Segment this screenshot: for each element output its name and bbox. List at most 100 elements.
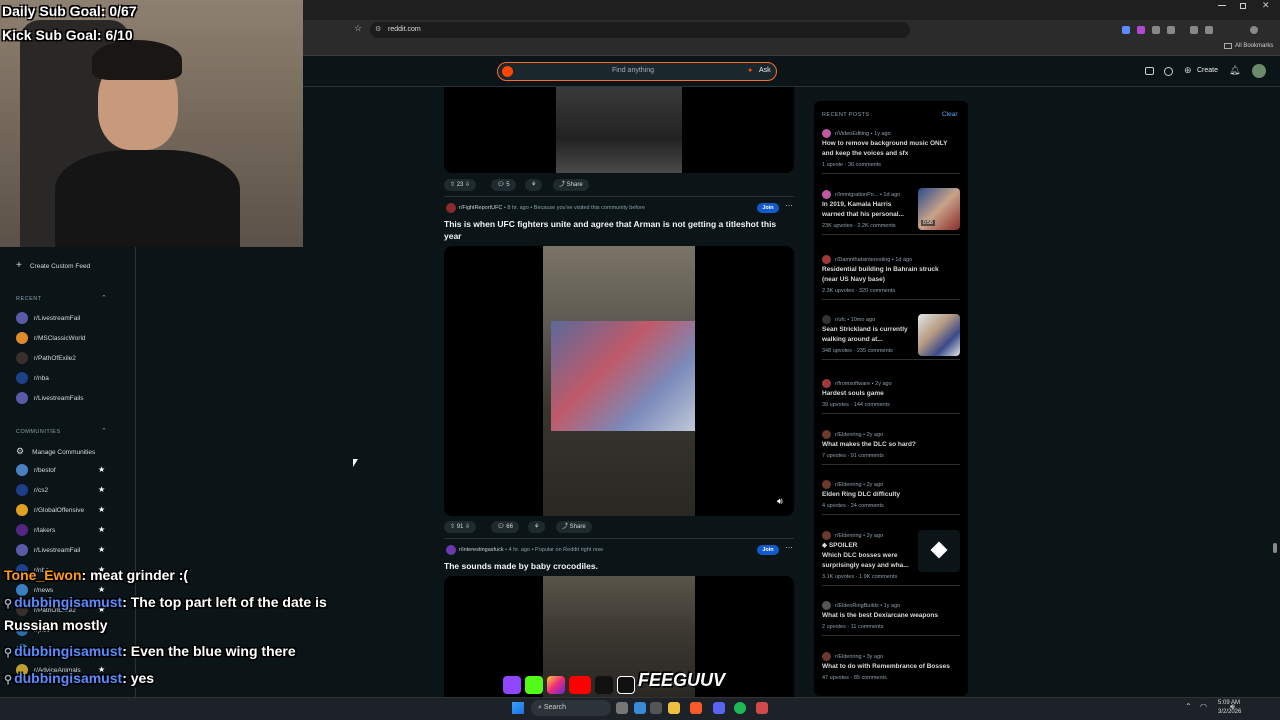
wifi-icon[interactable]: ◠ (1200, 702, 1207, 711)
taskbar-app-icon[interactable] (713, 702, 725, 714)
sidebar-item[interactable]: r/LivestreamFail (16, 312, 80, 326)
recent-post-title-cont[interactable]: and keep the voices and sfx (822, 149, 908, 159)
join-button[interactable]: Join (757, 545, 779, 555)
clear-button[interactable]: Clear (942, 111, 958, 118)
recent-post-title[interactable]: Residential building in Bahrain struck (822, 265, 939, 275)
favorite-star-icon[interactable]: ★ (98, 465, 105, 474)
user-avatar[interactable] (1252, 64, 1266, 78)
taskbar-app-icon[interactable] (650, 702, 662, 714)
chevron-up-icon[interactable]: ⌃ (101, 427, 107, 435)
more-options-icon[interactable]: ⋯ (785, 201, 793, 210)
sidebar-item[interactable]: r/GlobalOffensive (16, 504, 84, 518)
recent-heading[interactable]: RECENT (16, 296, 42, 302)
recent-post-title[interactable]: How to remove background music ONLY (822, 139, 947, 149)
taskbar-app-icon[interactable] (616, 702, 628, 714)
subreddit-avatar[interactable] (446, 203, 456, 213)
all-bookmarks[interactable]: All Bookmarks (1235, 43, 1273, 49)
subreddit-avatar[interactable] (446, 545, 456, 555)
post-title[interactable]: The sounds made by baby crocodiles. (444, 560, 598, 572)
recent-post-title-cont[interactable]: walking around at... (822, 335, 883, 345)
subreddit-link[interactable]: r/Eldenring (835, 482, 862, 488)
create-custom-feed[interactable]: + Create Custom Feed (16, 259, 90, 273)
favorite-star-icon[interactable]: ★ (98, 505, 105, 514)
favorite-star-icon[interactable]: ★ (98, 585, 105, 594)
chat-icon[interactable] (1164, 67, 1173, 76)
site-info-icon[interactable]: ⚙ (375, 25, 381, 33)
award-button[interactable]: ⚘ (525, 179, 543, 191)
subreddit-link[interactable]: r/Damnthatsinteresting (835, 257, 890, 263)
sidebar-item[interactable]: r/nba (16, 372, 49, 386)
create-icon[interactable]: ⊕ (1184, 65, 1192, 76)
maximize-icon[interactable] (1240, 3, 1246, 9)
taskbar-search[interactable]: ⌕ Search (531, 700, 611, 716)
recent-post-title[interactable]: What to do with Remembrance of Bosses (822, 662, 950, 672)
spotify-icon[interactable] (734, 702, 746, 714)
close-window-icon[interactable]: ✕ (1262, 0, 1270, 11)
sidebar-item[interactable]: r/cs2 (16, 484, 48, 498)
sidebar-item[interactable]: r/LivestreamFail (16, 544, 80, 558)
address-bar[interactable]: reddit.com (370, 22, 910, 38)
sidebar-item[interactable]: r/lakers (16, 524, 55, 538)
subreddit-link[interactable]: r/ImmigrationPo... (835, 192, 878, 198)
subreddit-link[interactable]: r/Eldenring (835, 533, 862, 539)
sidebar-item[interactable]: r/PathOfExile2 (16, 352, 76, 366)
extension-icon[interactable] (1122, 26, 1130, 34)
favorite-star-icon[interactable]: ★ (98, 485, 105, 494)
subreddit-link[interactable]: r/VideoEditing (835, 131, 869, 137)
more-options-icon[interactable]: ⋯ (785, 543, 793, 552)
recent-post-title[interactable]: Hardest souls game (822, 389, 884, 399)
extension-icon[interactable] (1205, 26, 1213, 34)
subreddit-link[interactable]: r/EldenRingBuilds (835, 603, 879, 609)
recent-post-title-cont[interactable]: surprisingly easy and wha... (822, 561, 909, 571)
post-title[interactable]: This is when UFC fighters unite and agre… (444, 218, 776, 230)
chevron-up-icon[interactable]: ⌃ (101, 294, 107, 302)
ask-button[interactable]: Ask (759, 63, 771, 79)
join-button[interactable]: Join (757, 203, 779, 213)
post-thumbnail[interactable]: 0:58 (918, 188, 960, 230)
favorite-star-icon[interactable]: ★ (98, 525, 105, 534)
start-icon[interactable] (512, 702, 524, 714)
volume-icon[interactable]: 🔊︎ (777, 496, 783, 507)
recent-post-title[interactable]: What is the best Dex/arcane weapons (822, 611, 938, 621)
recent-post-title-cont[interactable]: warned that his personal... (822, 210, 904, 220)
subreddit-link[interactable]: r/FightReportUFC (459, 205, 502, 211)
recent-post-title[interactable]: In 2019, Kamala Harris (822, 200, 891, 210)
sidebar-item[interactable]: r/MSClassicWorld (16, 332, 86, 346)
subreddit-link[interactable]: r/Eldenring (835, 432, 862, 438)
recent-post-title[interactable]: What makes the DLC so hard? (822, 440, 916, 450)
sidebar-item[interactable]: r/bestof (16, 464, 56, 478)
browser-icon[interactable] (690, 702, 702, 714)
tray-chevron-icon[interactable]: ⌃ (1185, 702, 1192, 711)
bookmark-star-icon[interactable]: ☆ (354, 23, 362, 34)
communities-heading[interactable]: COMMUNITIES (16, 429, 61, 435)
comments-button[interactable]: 💬︎ 5 (491, 179, 516, 191)
minimize-icon[interactable] (1218, 5, 1226, 6)
subreddit-link[interactable]: r/fromsoftware (835, 381, 870, 387)
extension-icon[interactable] (1190, 26, 1198, 34)
advertise-icon[interactable] (1145, 67, 1154, 75)
extension-icon[interactable] (1152, 26, 1160, 34)
subreddit-link[interactable]: r/ufc (835, 317, 846, 323)
favorite-star-icon[interactable]: ★ (98, 545, 105, 554)
create-button[interactable]: Create (1197, 67, 1218, 74)
vote-button[interactable]: ⇧ 23 ⇩ (444, 179, 477, 191)
subreddit-link[interactable]: r/interestingasfuck (459, 547, 504, 553)
post-thumbnail[interactable] (918, 314, 960, 356)
profile-icon[interactable] (1250, 26, 1258, 34)
extension-icon[interactable] (1137, 26, 1145, 34)
extension-icon[interactable] (1167, 26, 1175, 34)
taskbar-app-icon[interactable] (756, 702, 768, 714)
recent-post-title[interactable]: Which DLC bosses were (822, 551, 898, 561)
share-button[interactable]: ⤴ Share (553, 179, 589, 191)
taskbar-app-icon[interactable] (634, 702, 646, 714)
recent-post-title[interactable]: Sean Strickland is currently (822, 325, 908, 335)
award-button[interactable]: ⚘ (528, 521, 546, 533)
search-input[interactable]: Find anything ● Ask (497, 62, 777, 81)
manage-communities[interactable]: ⚙ Manage Communities (16, 444, 95, 458)
post-title-cont[interactable]: year (444, 230, 462, 242)
subreddit-link[interactable]: r/Eldenring (835, 654, 862, 660)
notifications-icon[interactable]: 🔔︎ (1229, 65, 1240, 76)
page-scrollbar[interactable] (1273, 543, 1277, 553)
post-video[interactable]: 🔊︎ (444, 246, 794, 516)
clock-date[interactable]: 3/2/2026 (1218, 709, 1241, 715)
